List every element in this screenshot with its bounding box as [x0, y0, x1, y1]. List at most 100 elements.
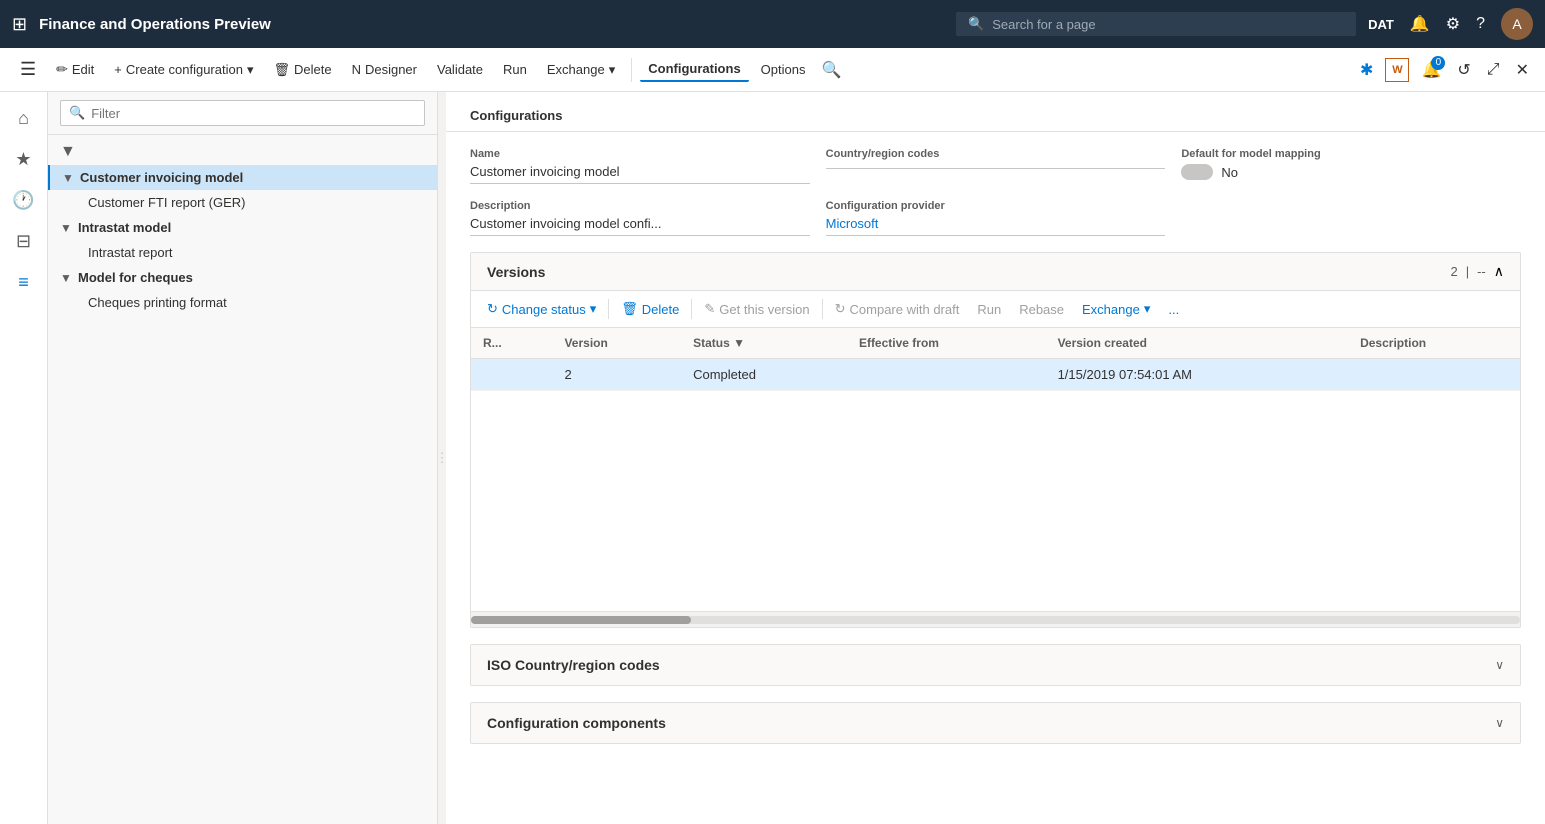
- delete-button[interactable]: 🗑 Delete: [265, 58, 339, 82]
- refresh-button[interactable]: ↺: [1453, 56, 1474, 84]
- bookmark-icon-button[interactable]: ✱: [1356, 56, 1377, 84]
- sidebar-item-workspaces[interactable]: ⊟: [8, 223, 39, 260]
- create-chevron-icon: ▾: [247, 62, 254, 78]
- sidebar-item-home[interactable]: ⌂: [10, 100, 37, 137]
- notifications-badge-button[interactable]: 🔔 0: [1417, 56, 1445, 84]
- expand-button[interactable]: ⤢: [1483, 57, 1504, 83]
- table-row[interactable]: 2 Completed 1/15/2019 07:54:01 AM: [471, 359, 1520, 391]
- toggle-value: No: [1221, 165, 1238, 180]
- tree-filter-icon[interactable]: ▼: [60, 143, 76, 161]
- tree-item-model-for-cheques[interactable]: ▼ Model for cheques: [48, 265, 437, 290]
- country-region-label: Country/region codes: [826, 148, 1166, 160]
- vtb-exchange-button[interactable]: Exchange ▾: [1074, 297, 1158, 321]
- left-panel: 🔍 ▼ ▼ Customer invoicing model Customer …: [48, 92, 438, 824]
- vtb-delete-button[interactable]: 🗑 Delete: [613, 297, 687, 321]
- close-button[interactable]: ✕: [1512, 56, 1533, 84]
- change-status-button[interactable]: ↻ Change status ▾: [479, 297, 604, 321]
- tree-item-intrastat-model[interactable]: ▼ Intrastat model: [48, 215, 437, 240]
- compare-with-draft-button[interactable]: ↻ Compare with draft: [827, 297, 968, 321]
- top-bar-right: DAT 🔔 ⚙ ? A: [1368, 8, 1533, 40]
- avatar[interactable]: A: [1501, 8, 1533, 40]
- create-configuration-button[interactable]: + Create configuration ▾: [106, 58, 261, 82]
- run-versions-button[interactable]: Run: [969, 298, 1009, 321]
- table-empty-area: [471, 391, 1520, 611]
- grid-icon: ⊞: [12, 14, 27, 35]
- edit-icon: ✏: [56, 61, 68, 78]
- exchange-button[interactable]: Exchange ▾: [539, 58, 623, 82]
- expand-icon-cheques: ▼: [60, 271, 74, 285]
- cell-effective-from: [847, 359, 1046, 391]
- tree-item-customer-fti-report[interactable]: Customer FTI report (GER): [48, 190, 437, 215]
- cell-r: [471, 359, 552, 391]
- page-search-button[interactable]: 🔍: [817, 56, 845, 84]
- vtb-delete-icon: 🗑: [621, 301, 638, 317]
- filter-bar: 🔍: [48, 92, 437, 135]
- tree-label-customer-invoicing-model: Customer invoicing model: [80, 170, 243, 185]
- config-components-section: Configuration components ∨: [470, 702, 1521, 744]
- validate-label: Validate: [437, 62, 483, 77]
- global-search[interactable]: 🔍: [956, 12, 1356, 36]
- config-components-header[interactable]: Configuration components ∨: [471, 703, 1520, 743]
- default-model-toggle[interactable]: No: [1181, 164, 1521, 180]
- rebase-label: Rebase: [1019, 302, 1064, 317]
- filter-search-icon: 🔍: [69, 105, 85, 121]
- versions-sep: |: [1466, 264, 1469, 279]
- validate-button[interactable]: Validate: [429, 58, 491, 81]
- options-label: Options: [761, 62, 806, 77]
- exchange-chevron-icon: ▾: [609, 62, 616, 78]
- search-input[interactable]: [992, 17, 1344, 32]
- office-button[interactable]: W: [1385, 58, 1409, 82]
- sidebar-item-recent[interactable]: 🕐: [4, 182, 42, 219]
- edit-button[interactable]: ✏ Edit: [48, 57, 102, 82]
- vtb-exchange-label: Exchange: [1082, 302, 1140, 317]
- col-status: Status ▼: [681, 328, 847, 359]
- hamburger-button[interactable]: ☰: [12, 55, 44, 84]
- designer-button[interactable]: N Designer: [344, 58, 425, 81]
- configurations-tab[interactable]: Configurations: [640, 57, 748, 82]
- config-provider-value[interactable]: Microsoft: [826, 216, 1166, 236]
- edit-label: Edit: [72, 62, 94, 77]
- tree-label-intrastat-model: Intrastat model: [78, 220, 171, 235]
- resize-handle[interactable]: ⋮: [438, 92, 446, 824]
- get-version-label: Get this version: [719, 302, 809, 317]
- vtb-sep1: [608, 299, 609, 319]
- get-version-icon: ✎: [704, 301, 715, 317]
- scrollbar-area[interactable]: [471, 611, 1520, 627]
- versions-header: Versions 2 | -- ∧: [471, 253, 1520, 291]
- notification-button[interactable]: 🔔: [1410, 14, 1430, 34]
- filter-input[interactable]: [91, 106, 416, 121]
- tree-item-intrastat-report[interactable]: Intrastat report: [48, 240, 437, 265]
- tree-item-cheques-printing-format[interactable]: Cheques printing format: [48, 290, 437, 315]
- scrollbar-thumb[interactable]: [471, 616, 691, 624]
- form-section-2: Description Customer invoicing model con…: [446, 200, 1545, 252]
- configuration-tree: ▼ ▼ Customer invoicing model Customer FT…: [48, 135, 437, 824]
- grid-menu-button[interactable]: ⊞: [12, 14, 27, 35]
- versions-collapse-button[interactable]: ∧: [1494, 263, 1504, 280]
- sidebar-item-modules[interactable]: ≡: [10, 264, 37, 301]
- scrollbar-track: [471, 616, 1520, 624]
- config-provider-label: Configuration provider: [826, 200, 1166, 212]
- options-tab[interactable]: Options: [753, 58, 814, 81]
- get-this-version-button[interactable]: ✎ Get this version: [696, 297, 817, 321]
- iso-section-header[interactable]: ISO Country/region codes ∨: [471, 645, 1520, 685]
- versions-panel: Versions 2 | -- ∧ ↻ Change status ▾ 🗑: [470, 252, 1521, 628]
- sidebar-item-favorites[interactable]: ★: [7, 141, 39, 178]
- tree-item-customer-invoicing-model[interactable]: ▼ Customer invoicing model: [48, 165, 437, 190]
- name-label: Name: [470, 148, 810, 160]
- status-filter-icon[interactable]: ▼: [733, 336, 745, 350]
- more-options-button[interactable]: ...: [1160, 298, 1187, 321]
- run-versions-label: Run: [977, 302, 1001, 317]
- versions-count: 2: [1450, 264, 1457, 279]
- vtb-sep2: [691, 299, 692, 319]
- badge: 0: [1431, 56, 1445, 70]
- settings-button[interactable]: ⚙: [1446, 14, 1460, 34]
- help-button[interactable]: ?: [1476, 15, 1485, 33]
- run-button[interactable]: Run: [495, 58, 535, 81]
- toggle-switch[interactable]: [1181, 164, 1213, 180]
- iso-section-title: ISO Country/region codes: [487, 657, 660, 673]
- versions-dash: --: [1477, 264, 1486, 279]
- rebase-button[interactable]: Rebase: [1011, 298, 1072, 321]
- versions-header-right: 2 | -- ∧: [1450, 263, 1504, 280]
- more-options-label: ...: [1168, 302, 1179, 317]
- name-value: Customer invoicing model: [470, 164, 810, 184]
